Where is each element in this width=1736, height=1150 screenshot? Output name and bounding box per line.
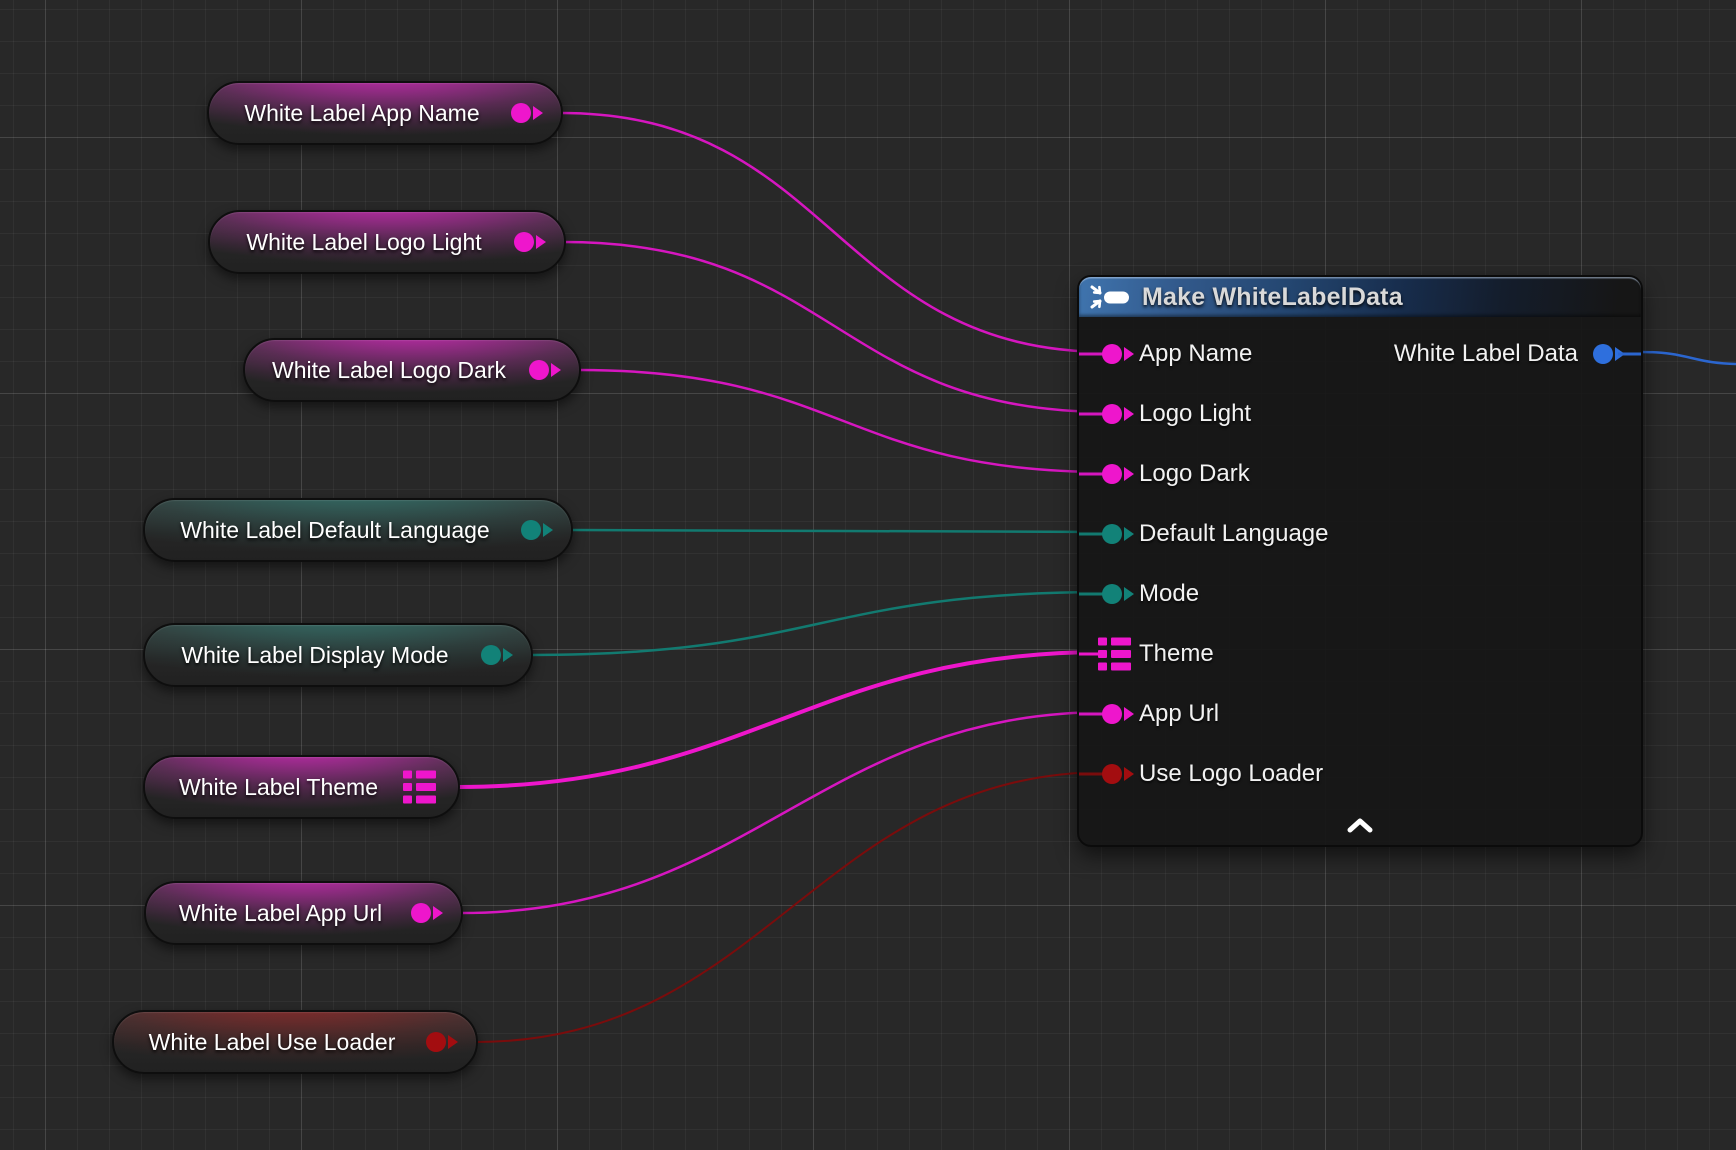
input-pin-logo-light[interactable] [1102, 404, 1122, 424]
wire-stub [1079, 593, 1104, 596]
getter-label: White Label Logo Dark [256, 357, 568, 384]
wire-9-data_out[interactable] [1641, 352, 1736, 364]
input-pin-label: Mode [1139, 580, 1199, 608]
wire-2-string[interactable] [564, 242, 1108, 412]
wire-6-struct[interactable] [458, 652, 1104, 787]
output-pin-white-label-data[interactable] [1593, 344, 1613, 364]
pin-row-mode: Mode [1079, 574, 1641, 614]
wire-1-string[interactable] [561, 113, 1108, 352]
getter-label: White Label App Name [228, 100, 541, 127]
getter-label: White Label Default Language [164, 517, 551, 544]
getter-node-white-label-display-mode[interactable]: White Label Display Mode [143, 623, 533, 687]
output-pin-label: White Label Data [1394, 340, 1578, 368]
input-pin-label: Use Logo Loader [1139, 760, 1323, 788]
input-pin-label: App Url [1139, 700, 1219, 728]
output-pin-white-label-use-loader[interactable] [426, 1032, 446, 1052]
output-pin-white-label-display-mode[interactable] [481, 645, 501, 665]
input-pin-default-language[interactable] [1102, 524, 1122, 544]
pin-row-use-logo-loader: Use Logo Loader [1079, 754, 1641, 794]
pin-row-app-url: App Url [1079, 694, 1641, 734]
wire-7-string[interactable] [461, 712, 1108, 913]
getter-label: White Label App Url [163, 900, 444, 927]
wire-stub [1079, 713, 1104, 716]
pin-row-logo-light: Logo Light [1079, 394, 1641, 434]
graph-canvas[interactable]: White Label App Name White Label Logo Lig… [0, 0, 1736, 1150]
output-pin-white-label-logo-light[interactable] [514, 232, 534, 252]
getter-node-white-label-logo-dark[interactable]: White Label Logo Dark [243, 338, 581, 402]
getter-label: White Label Display Mode [165, 642, 510, 669]
output-pin-white-label-app-name[interactable] [511, 103, 531, 123]
pin-row-default-language: Default Language [1079, 514, 1641, 554]
getter-node-white-label-app-url[interactable]: White Label App Url [144, 881, 463, 945]
pin-row-white-label-data: White Label Data [1079, 334, 1641, 374]
make-node-header[interactable]: Make WhiteLabelData [1079, 277, 1641, 317]
wire-stub [1079, 533, 1104, 536]
output-pin-white-label-app-url[interactable] [411, 903, 431, 923]
input-pin-label: Default Language [1139, 520, 1329, 548]
pin-row-theme: Theme [1079, 634, 1641, 674]
wire-stub [1618, 353, 1641, 356]
getter-node-white-label-logo-light[interactable]: White Label Logo Light [208, 210, 566, 274]
wire-stub [1079, 473, 1104, 476]
make-node[interactable]: Make WhiteLabelData App NameLogo LightLo… [1077, 275, 1643, 847]
wire-5-enum[interactable] [531, 592, 1108, 655]
output-pin-white-label-default-language[interactable] [521, 520, 541, 540]
getter-node-white-label-use-loader[interactable]: White Label Use Loader [112, 1010, 478, 1074]
input-pin-theme[interactable] [1098, 638, 1131, 671]
input-pin-mode[interactable] [1102, 584, 1122, 604]
getter-node-white-label-default-language[interactable]: White Label Default Language [143, 498, 573, 562]
wire-3-string[interactable] [579, 370, 1108, 472]
input-pin-label: Logo Dark [1139, 460, 1250, 488]
collapse-node-button[interactable] [1340, 815, 1380, 838]
getter-label: White Label Theme [163, 774, 440, 801]
make-node-title: Make WhiteLabelData [1142, 283, 1403, 312]
getter-label: White Label Use Loader [133, 1029, 458, 1056]
input-pin-use-logo-loader[interactable] [1102, 764, 1122, 784]
chevron-up-icon [1346, 817, 1374, 833]
wire-8-bool[interactable] [476, 772, 1108, 1042]
pin-row-logo-dark: Logo Dark [1079, 454, 1641, 494]
getter-node-white-label-theme[interactable]: White Label Theme [143, 755, 460, 819]
getter-label: White Label Logo Light [230, 229, 543, 256]
getter-node-white-label-app-name[interactable]: White Label App Name [207, 81, 563, 145]
input-pin-app-url[interactable] [1102, 704, 1122, 724]
input-pin-label: Logo Light [1139, 400, 1251, 428]
input-pin-logo-dark[interactable] [1102, 464, 1122, 484]
input-pin-label: Theme [1139, 640, 1214, 668]
output-pin-white-label-logo-dark[interactable] [529, 360, 549, 380]
output-pin-white-label-theme[interactable] [403, 771, 436, 804]
wire-stub [1079, 413, 1104, 416]
wire-stub [1079, 773, 1104, 776]
make-struct-icon [1089, 284, 1131, 310]
wire-4-enum[interactable] [571, 530, 1108, 532]
